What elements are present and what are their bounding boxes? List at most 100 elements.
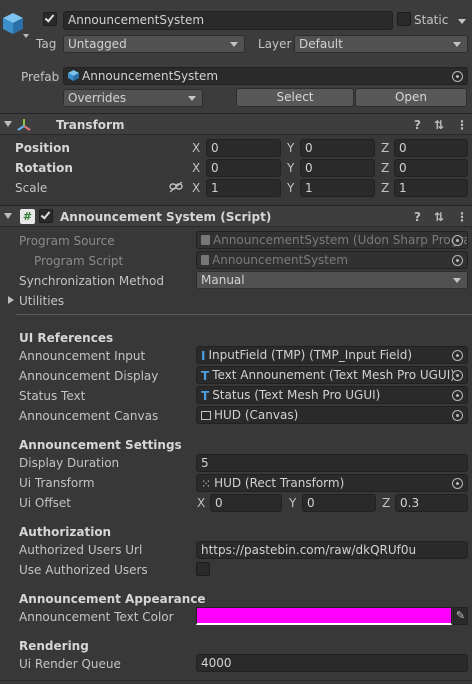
announcement-display-value: Text Announement (Text Mesh Pro UGUI) (212, 368, 455, 382)
position-x-label[interactable]: X (192, 140, 200, 156)
scale-z-label[interactable]: Z (381, 180, 389, 196)
settings-icon[interactable]: ⇅ (434, 117, 444, 133)
prefab-field[interactable]: AnnouncementSystem (63, 67, 468, 85)
scale-label: Scale (15, 181, 48, 195)
scale-z-field[interactable]: 1 (394, 179, 468, 197)
announcement-appearance-heading: Announcement Appearance (19, 592, 206, 606)
object-picker-icon[interactable] (452, 350, 463, 361)
open-button[interactable]: Open (355, 88, 467, 107)
object-picker-icon[interactable] (452, 410, 463, 421)
position-y-field[interactable]: 0 (300, 139, 375, 157)
program-script-value: AnnouncementSystem (212, 253, 349, 267)
object-picker-icon[interactable] (452, 71, 463, 82)
transform-axes-icon (17, 119, 31, 131)
help-icon[interactable]: ? (414, 209, 421, 225)
ui-offset-y-field[interactable]: 0 (302, 494, 376, 512)
object-picker-icon[interactable] (452, 370, 463, 381)
transform-header[interactable]: Transform ? ⇅ ⋮ (0, 113, 472, 135)
program-source-field: AnnouncementSystem (Udon Sharp Progra (196, 231, 468, 249)
utilities-foldout-arrow[interactable] (8, 296, 14, 304)
rect-transform-icon: ⁙ (201, 477, 212, 491)
overrides-dropdown[interactable]: Overrides (63, 89, 203, 107)
link-icon[interactable] (169, 181, 183, 193)
bottom-divider (0, 680, 472, 681)
menu-dots-icon[interactable]: ⋮ (456, 209, 468, 225)
ui-offset-z-field[interactable]: 0.3 (395, 494, 468, 512)
ui-offset-z-label[interactable]: Z (382, 495, 390, 511)
use-authorized-users-checkbox[interactable] (196, 562, 210, 576)
sync-method-label: Synchronization Method (19, 274, 164, 288)
rotation-x-field[interactable]: 0 (206, 159, 281, 177)
authorized-users-url-label: Authorized Users Url (19, 543, 143, 557)
display-duration-field[interactable]: 5 (196, 454, 468, 472)
overrides-label: Overrides (68, 91, 127, 105)
scale-y-label[interactable]: Y (287, 180, 294, 196)
position-z-label[interactable]: Z (381, 140, 389, 156)
layer-value: Default (299, 37, 343, 51)
status-text-field[interactable]: T Status (Text Mesh Pro UGUI) (196, 386, 468, 404)
authorized-users-url-field[interactable]: https://pastebin.com/raw/dkQRUf0u (196, 541, 468, 559)
scale-x-field[interactable]: 1 (206, 179, 281, 197)
rotation-x-label[interactable]: X (192, 160, 200, 176)
static-checkbox[interactable] (397, 12, 411, 26)
udon-asset-icon (201, 235, 210, 245)
rotation-z-label[interactable]: Z (381, 160, 389, 176)
active-checkbox[interactable] (43, 12, 57, 26)
help-icon[interactable]: ? (414, 117, 421, 133)
scale-x-label[interactable]: X (192, 180, 200, 196)
ui-render-queue-field[interactable]: 4000 (196, 654, 468, 672)
cube-dropdown-arrow[interactable] (23, 34, 29, 38)
script-title: Announcement System (Script) (60, 210, 272, 224)
select-button[interactable]: Select (236, 88, 354, 107)
announcement-display-label: Announcement Display (19, 369, 159, 383)
announcement-input-label: Announcement Input (19, 349, 146, 363)
rotation-y-field[interactable]: 0 (300, 159, 375, 177)
position-y-label[interactable]: Y (287, 140, 294, 156)
sync-method-dropdown[interactable]: Manual (196, 271, 468, 289)
settings-icon[interactable]: ⇅ (434, 209, 444, 225)
script-file-icon (201, 255, 209, 265)
announcement-display-field[interactable]: T Text Announement (Text Mesh Pro UGUI) (196, 366, 468, 384)
rotation-y-label[interactable]: Y (287, 160, 294, 176)
static-label: Static (414, 13, 449, 27)
ui-offset-y-label[interactable]: Y (289, 495, 296, 511)
announcement-text-color-swatch[interactable] (196, 607, 452, 625)
static-dropdown-arrow[interactable] (458, 19, 466, 24)
script-enabled-checkbox[interactable] (39, 209, 53, 223)
ui-transform-field[interactable]: ⁙ HUD (Rect Transform) (196, 474, 468, 492)
position-z-field[interactable]: 0 (394, 139, 468, 157)
script-header[interactable]: # Announcement System (Script) ? ⇅ ⋮ (0, 205, 472, 227)
input-field-icon: I (201, 349, 206, 363)
tag-dropdown[interactable]: Untagged (63, 35, 245, 53)
object-picker-icon (452, 235, 463, 246)
script-foldout-arrow[interactable] (4, 213, 12, 219)
prefab-icon (68, 70, 79, 81)
program-source-label: Program Source (19, 234, 115, 248)
announcement-canvas-value: HUD (Canvas) (214, 408, 299, 422)
ui-transform-value: HUD (Rect Transform) (214, 476, 345, 490)
announcement-settings-heading: Announcement Settings (19, 438, 182, 452)
object-picker-icon[interactable] (452, 390, 463, 401)
ui-offset-x-label[interactable]: X (197, 495, 205, 511)
layer-dropdown[interactable]: Default (294, 35, 468, 53)
transform-foldout-arrow[interactable] (4, 121, 12, 127)
ui-render-queue-label: Ui Render Queue (19, 657, 121, 671)
transform-title: Transform (56, 118, 125, 132)
object-name-field[interactable]: AnnouncementSystem (63, 11, 393, 30)
announcement-canvas-field[interactable]: HUD (Canvas) (196, 406, 468, 424)
ui-references-heading: UI References (19, 331, 114, 345)
announcement-text-color-label: Announcement Text Color (19, 610, 174, 624)
menu-dots-icon[interactable]: ⋮ (456, 117, 468, 133)
status-text-label: Status Text (19, 389, 86, 403)
ui-offset-x-field[interactable]: 0 (210, 494, 282, 512)
color-picker-icon[interactable]: ✎ (453, 607, 468, 625)
rotation-label: Rotation (15, 161, 73, 175)
rotation-z-field[interactable]: 0 (394, 159, 468, 177)
utilities-label[interactable]: Utilities (19, 293, 64, 309)
object-picker-icon[interactable] (452, 478, 463, 489)
scale-y-field[interactable]: 1 (300, 179, 375, 197)
announcement-input-field[interactable]: I InputField (TMP) (TMP_Input Field) (196, 346, 468, 364)
tag-value: Untagged (68, 37, 127, 51)
position-x-field[interactable]: 0 (206, 139, 281, 157)
object-header: AnnouncementSystem Static Tag Untagged L… (0, 0, 472, 113)
